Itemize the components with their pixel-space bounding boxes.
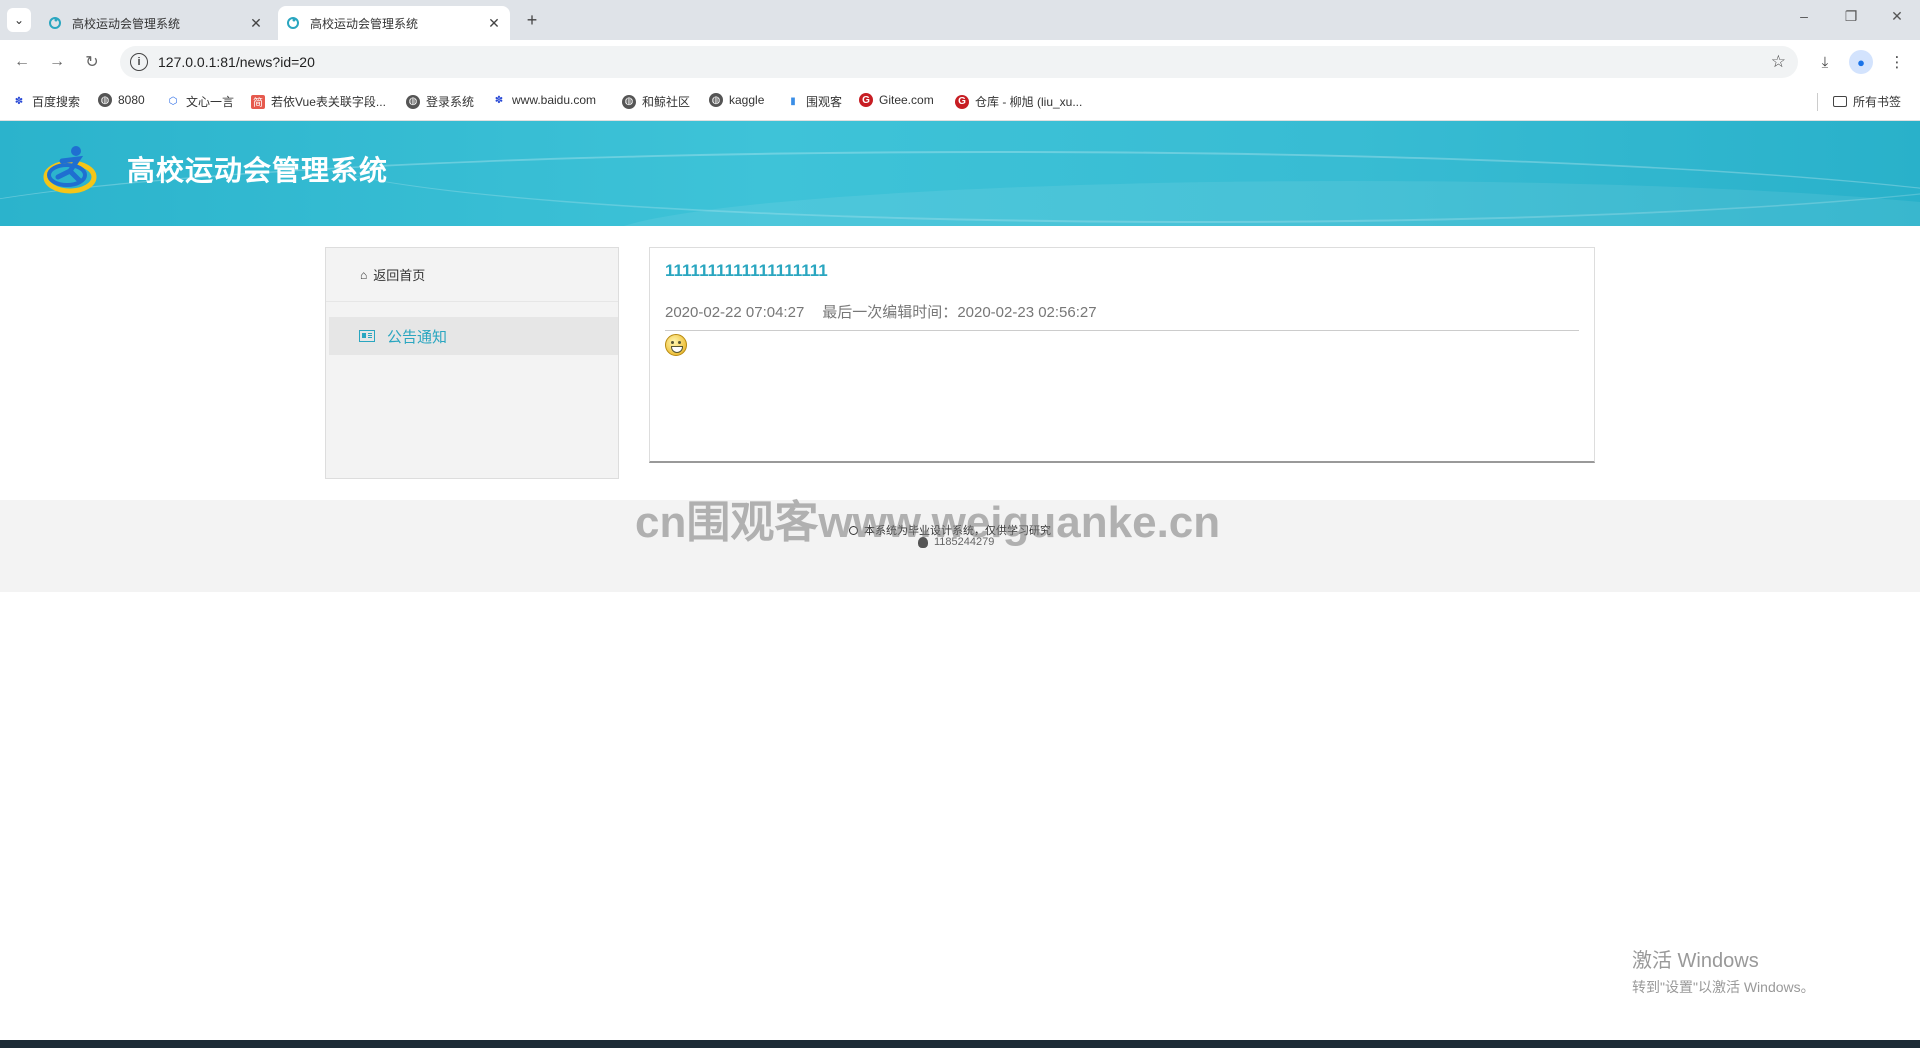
minimize-icon[interactable]: – [1789,8,1819,24]
bookmark-item[interactable]: 简若依Vue表关联字段... [251,93,386,110]
bookmark-star-icon[interactable]: ☆ [1771,52,1786,72]
home-icon: ⌂ [360,267,368,282]
new-tab-button[interactable]: + [520,8,544,32]
site-favicon-icon [49,17,61,29]
activation-subtitle: 转到"设置"以激活 Windows。 [1632,979,1815,995]
bookmark-item[interactable]: ✽ www.baidu.com [492,93,596,107]
bookmark-label: 百度搜索 [32,95,81,109]
all-bookmarks-button[interactable]: 所有书签 [1833,93,1901,110]
site-header-banner: 高校运动会管理系统 [0,121,1920,226]
restore-icon[interactable]: ❐ [1836,8,1866,25]
article-meta: 2020-02-22 07:04:27 最后一次编辑时间：2020-02-23 0… [665,301,1097,322]
activation-title: 激活 Windows [1632,950,1759,972]
globe-icon: ◍ [98,93,112,107]
forward-icon[interactable]: → [45,50,69,74]
bookmark-label: 若依Vue表关联字段... [271,95,386,109]
globe-icon: ◍ [406,94,420,109]
profile-avatar-icon[interactable]: ● [1849,50,1873,74]
gitee-icon: G [955,94,969,109]
baidu-paw-icon: ✽ [494,94,504,106]
menu-kebab-icon[interactable]: ⋮ [1885,50,1909,74]
download-icon[interactable]: ⤓ [1813,50,1837,74]
bookmark-item[interactable]: ◍ kaggle [709,93,764,107]
sidebar-item-notice[interactable]: 公告通知 [329,317,618,355]
site-title: 高校运动会管理系统 [127,155,389,186]
watermark-text: cn围观客www.weiguanke.cn [635,498,1221,547]
back-icon[interactable]: ← [10,50,34,74]
bookmark-item[interactable]: G Gitee.com [859,93,934,107]
sidebar: ⌂ 返回首页 公告通知 [325,247,619,479]
tab-search-chevron-icon[interactable]: ⌄ [7,8,31,32]
globe-icon: ◍ [622,94,636,109]
article-edited-label: 最后一次编辑时间： [822,304,958,321]
close-window-icon[interactable]: ✕ [1882,8,1912,25]
bookmark-flag-icon: ▮ [790,96,796,107]
tab-title: 高校运动会管理系统 [310,16,419,31]
bookmark-label: 文心一言 [186,95,235,109]
browser-tab-strip: ⌄ 高校运动会管理系统 ✕ 高校运动会管理系统 ✕ + – ❐ ✕ [0,0,1920,40]
wenxin-icon: ⬡ [168,96,178,107]
site-info-icon[interactable]: i [130,53,148,71]
browser-toolbar: ← → ↻ i 127.0.0.1:81/news?id=20 ☆ ⤓ ● ⋮ [0,40,1920,84]
site-favicon-icon [287,17,299,29]
article-divider [665,330,1579,331]
bookmark-item[interactable]: ◍ 登录系统 [406,93,474,110]
close-tab-icon[interactable]: ✕ [484,15,504,32]
all-bookmarks-label: 所有书签 [1853,95,1902,109]
url-text[interactable]: 127.0.0.1:81/news?id=20 [158,54,315,70]
bookmark-label: www.baidu.com [512,93,597,107]
browser-tab-active[interactable]: 高校运动会管理系统 ✕ [278,6,510,40]
windows-activation-notice: 激活 Windows 转到"设置"以激活 Windows。 [1632,944,1815,997]
sidebar-item-label: 公告通知 [387,328,448,346]
bookmark-item[interactable]: ✽ 百度搜索 [12,93,80,110]
bookmark-item[interactable]: ◍ 8080 [98,93,145,107]
bookmark-separator [1817,93,1818,111]
reload-icon[interactable]: ↻ [80,50,104,74]
bookmark-item[interactable]: ▮ 围观客 [786,93,842,110]
site-logo-icon [43,146,97,194]
grin-emoji-icon [665,334,687,356]
bookmark-label: 和鲸社区 [642,95,691,109]
bookmark-item[interactable]: G 仓库 - 柳旭 (liu_xu... [955,93,1082,110]
os-taskbar [0,1040,1920,1048]
sidebar-item-home[interactable]: ⌂ 返回首页 [326,248,618,302]
close-tab-icon[interactable]: ✕ [246,15,266,32]
newspaper-icon [359,330,375,342]
bookmark-item[interactable]: ⬡ 文心一言 [166,93,234,110]
article-edited-date: 2020-02-23 02:56:27 [957,304,1097,321]
gitee-icon: G [859,93,873,107]
address-bar[interactable]: i 127.0.0.1:81/news?id=20 ☆ [120,46,1798,78]
article-created-date: 2020-02-22 07:04:27 [665,304,805,321]
tab-title: 高校运动会管理系统 [72,16,181,31]
bookmark-label: 围观客 [806,95,843,109]
browser-tab[interactable]: 高校运动会管理系统 ✕ [40,6,272,40]
bookmarks-bar: ✽ 百度搜索 ◍ 8080 ⬡ 文心一言 简若依Vue表关联字段... ◍ 登录系统 ✽… [0,84,1920,121]
globe-icon: ◍ [709,93,723,107]
bookmark-label: 8080 [118,93,145,107]
bookmark-item[interactable]: ◍ 和鲸社区 [622,93,690,110]
bookmark-label: 仓库 - 柳旭 (liu_xu... [975,95,1083,109]
jianshu-icon: 简 [251,94,265,109]
bookmark-label: kaggle [729,93,765,107]
news-article: 1111111111111111111 2020-02-22 07:04:27 最… [649,247,1595,463]
baidu-paw-icon: ✽ [14,96,24,107]
folder-icon [1833,96,1847,107]
bookmark-label: Gitee.com [879,93,934,107]
bookmark-label: 登录系统 [426,95,475,109]
sidebar-item-label: 返回首页 [373,268,426,283]
article-title: 1111111111111111111 [665,261,828,280]
